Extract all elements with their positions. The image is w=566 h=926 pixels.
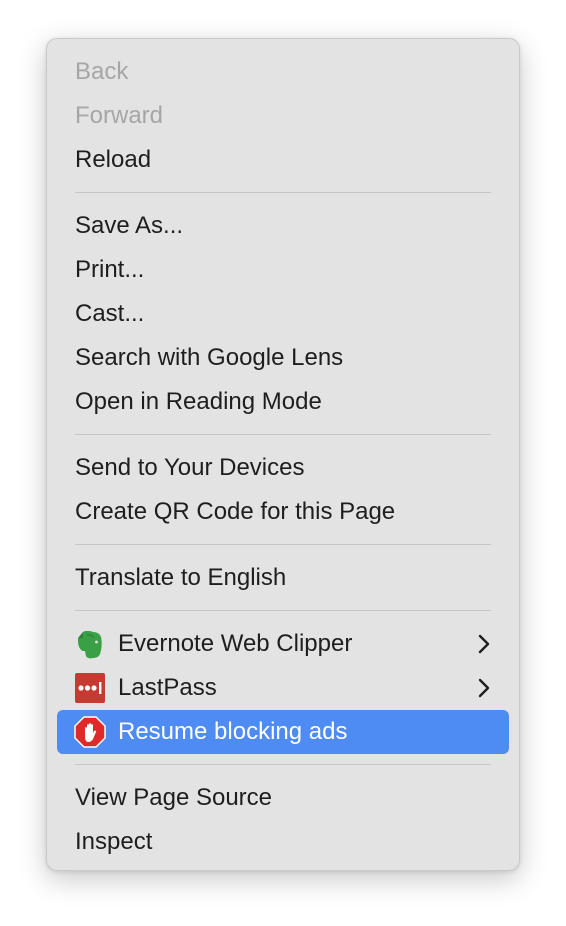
menu-item-label: Evernote Web Clipper <box>118 630 353 657</box>
menu-item-resume-blocking-ads[interactable]: Resume blocking ads <box>57 710 509 754</box>
lastpass-dots-icon <box>75 673 105 703</box>
menu-item-reading-mode[interactable]: Open in Reading Mode <box>57 380 509 424</box>
menu-item-label: Inspect <box>75 828 153 855</box>
menu-item-evernote[interactable]: Evernote Web Clipper <box>57 622 509 666</box>
menu-item-reload[interactable]: Reload <box>57 138 509 182</box>
menu-item-print[interactable]: Print... <box>57 248 509 292</box>
evernote-elephant-icon <box>78 631 102 659</box>
menu-item-label: View Page Source <box>75 784 273 811</box>
menu-item-label: Send to Your Devices <box>75 454 305 481</box>
menu-item-search-google-lens[interactable]: Search with Google Lens <box>57 336 509 380</box>
chevron-right-icon <box>478 678 490 698</box>
menu-item-label: Reload <box>75 146 152 173</box>
menu-separator <box>75 434 491 435</box>
menu-item-view-page-source[interactable]: View Page Source <box>57 776 509 820</box>
menu-item-label: Save As... <box>75 212 184 239</box>
menu-item-back[interactable]: Back <box>57 50 509 94</box>
stop-hand-icon <box>74 716 106 748</box>
menu-separator <box>75 610 491 611</box>
context-menu: Back Forward Reload Save As... Print... … <box>46 38 520 871</box>
menu-item-translate[interactable]: Translate to English <box>57 556 509 600</box>
menu-item-label: Translate to English <box>75 564 287 591</box>
chevron-right-icon <box>478 634 490 654</box>
menu-item-label: Create QR Code for this Page <box>75 498 396 525</box>
menu-item-cast[interactable]: Cast... <box>57 292 509 336</box>
menu-item-create-qr-code[interactable]: Create QR Code for this Page <box>57 490 509 534</box>
menu-separator <box>75 544 491 545</box>
menu-item-label: Print... <box>75 256 145 283</box>
menu-item-lastpass[interactable]: LastPass <box>57 666 509 710</box>
menu-item-forward[interactable]: Forward <box>57 94 509 138</box>
menu-item-label: Forward <box>75 102 164 129</box>
menu-item-send-to-devices[interactable]: Send to Your Devices <box>57 446 509 490</box>
menu-separator <box>75 192 491 193</box>
menu-item-inspect[interactable]: Inspect <box>57 820 509 864</box>
menu-item-label: Resume blocking ads <box>118 718 348 745</box>
menu-item-label: LastPass <box>118 674 217 701</box>
menu-item-label: Cast... <box>75 300 145 327</box>
menu-item-label: Back <box>75 58 129 85</box>
menu-item-save-as[interactable]: Save As... <box>57 204 509 248</box>
menu-item-label: Open in Reading Mode <box>75 388 322 415</box>
menu-separator <box>75 764 491 765</box>
menu-item-label: Search with Google Lens <box>75 344 344 371</box>
